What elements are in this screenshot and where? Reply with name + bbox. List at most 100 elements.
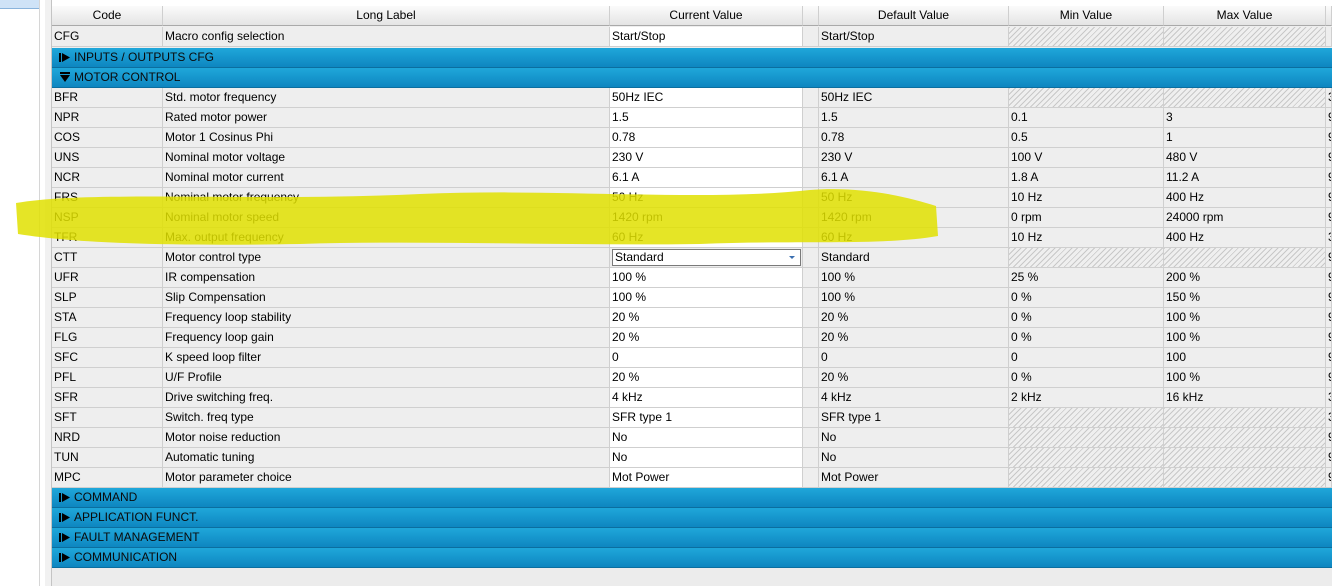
param-min-value	[1009, 248, 1164, 268]
param-extra: 9	[1326, 308, 1332, 328]
param-extra: 9	[1326, 428, 1332, 448]
param-current-value[interactable]: Mot Power	[610, 468, 803, 488]
splitter[interactable]	[45, 0, 52, 586]
table-row-mpc[interactable]: MPC Motor parameter choice Mot Power Mot Po…	[52, 468, 1332, 488]
param-min-value: 100 V	[1009, 148, 1164, 168]
param-spacer	[803, 27, 819, 47]
param-current-value[interactable]: 100 %	[610, 288, 803, 308]
param-current-value[interactable]: Start/Stop	[610, 27, 803, 47]
expand-triangle-icon[interactable]	[59, 512, 71, 523]
param-min-value: 0 rpm	[1009, 208, 1164, 228]
expand-triangle-icon[interactable]	[59, 552, 71, 563]
param-default-value: 60 Hz	[819, 228, 1009, 248]
param-current-value[interactable]: 50Hz IEC	[610, 88, 803, 108]
table-row-sft[interactable]: SFT Switch. freq type SFR type 1 SFR type 1…	[52, 408, 1332, 428]
param-current-value[interactable]: No	[610, 428, 803, 448]
header-default-value[interactable]: Default Value	[819, 6, 1009, 26]
table-row-sfc[interactable]: SFCK speed loop filter0001009	[52, 348, 1332, 368]
table-row-sfr[interactable]: SFR Drive switching freq. 4 kHz 4 kHz 2 kHz 1…	[52, 388, 1332, 408]
param-current-value[interactable]: 1420 rpm	[610, 208, 803, 228]
param-current-value[interactable]: 20 %	[610, 368, 803, 388]
param-default-value: 20 %	[819, 328, 1009, 348]
param-current-value[interactable]: 20 %	[610, 328, 803, 348]
param-extra: 9	[1326, 188, 1332, 208]
param-label: Motor 1 Cosinus Phi	[163, 128, 610, 148]
expand-triangle-icon[interactable]	[59, 492, 71, 503]
tree-panel[interactable]	[0, 0, 40, 586]
table-row-uns[interactable]: UNS Nominal motor voltage 230 V 230 V 100 V4…	[52, 148, 1332, 168]
param-label: Std. motor frequency	[163, 88, 610, 108]
param-spacer	[803, 148, 819, 168]
group-command[interactable]: COMMAND	[52, 488, 1332, 508]
param-current-value[interactable]: 50 Hz	[610, 188, 803, 208]
header-current-value[interactable]: Current Value	[610, 6, 803, 26]
tree-selected-item[interactable]	[0, 0, 39, 9]
table-row-ufr[interactable]: UFRIR compensation100 %100 %25 %200 %9	[52, 268, 1332, 288]
header-code[interactable]: Code	[52, 6, 163, 26]
param-current-value[interactable]: 60 Hz	[610, 228, 803, 248]
motor-control-type-select[interactable]: Standard	[612, 249, 801, 266]
table-row-ctt[interactable]: CTTMotor control type Standard Standard 9	[52, 248, 1332, 268]
param-spacer	[803, 208, 819, 228]
dropdown-arrow-icon[interactable]	[789, 256, 795, 259]
param-current-value[interactable]: 4 kHz	[610, 388, 803, 408]
table-row-cfg[interactable]: CFG Macro config selection Start/Stop St…	[52, 27, 1332, 47]
collapse-triangle-icon[interactable]	[59, 72, 71, 83]
table-row-ncr[interactable]: NCR Nominal motor current 6.1 A 6.1 A 1.8 A1…	[52, 168, 1332, 188]
param-min-value: 0.5	[1009, 128, 1164, 148]
param-default-value: No	[819, 448, 1009, 468]
param-extra: 3	[1326, 408, 1332, 428]
table-row-nrd[interactable]: NRDMotor noise reductionNoNo9	[52, 428, 1332, 448]
param-max-value: 100 %	[1164, 328, 1326, 348]
table-row-nsp[interactable]: NSP Nominal motor speed 1420 rpm 1420 rpm 0 …	[52, 208, 1332, 228]
table-row-bfr[interactable]: BFRStd. motor frequency50Hz IEC50Hz IEC3	[52, 88, 1332, 108]
table-row-tfr[interactable]: TFR Max. output frequency 60 Hz 60 Hz 10 Hz 4…	[52, 228, 1332, 248]
param-extra: 9	[1326, 448, 1332, 468]
header-long-label[interactable]: Long Label	[163, 6, 610, 26]
table-row-frs[interactable]: FRS Nominal motor frequency 50 Hz 50 Hz 10 H…	[52, 188, 1332, 208]
param-current-value[interactable]: 6.1 A	[610, 168, 803, 188]
group-motor-control[interactable]: MOTOR CONTROL	[52, 68, 1332, 88]
param-max-value	[1164, 428, 1326, 448]
param-max-value: 400 Hz	[1164, 188, 1326, 208]
param-current-value[interactable]: 1.5	[610, 108, 803, 128]
param-spacer	[803, 468, 819, 488]
param-code: TUN	[52, 448, 163, 468]
param-code: PFL	[52, 368, 163, 388]
param-current-value[interactable]: 0.78	[610, 128, 803, 148]
param-current-value[interactable]: SFR type 1	[610, 408, 803, 428]
header-min-value[interactable]: Min Value	[1009, 6, 1164, 26]
table-row-cos[interactable]: COSMotor 1 Cosinus Phi0.780.780.519	[52, 128, 1332, 148]
group-application[interactable]: APPLICATION FUNCT.	[52, 508, 1332, 528]
expand-triangle-icon[interactable]	[59, 52, 71, 63]
table-row-sta[interactable]: STA Frequency loop stability 20 % 20 % 0 % 10…	[52, 308, 1332, 328]
header-max-value[interactable]: Max Value	[1164, 6, 1326, 26]
param-current-value[interactable]: 0	[610, 348, 803, 368]
param-min-value	[1009, 428, 1164, 448]
group-fault-management[interactable]: FAULT MANAGEMENT	[52, 528, 1332, 548]
group-inputs-outputs[interactable]: INPUTS / OUTPUTS CFG	[52, 48, 1332, 68]
group-communication[interactable]: COMMUNICATION	[52, 548, 1332, 568]
table-row-flg[interactable]: FLGFrequency loop gain20 %20 %0 %100 %9	[52, 328, 1332, 348]
param-code: SFC	[52, 348, 163, 368]
param-current-value[interactable]: No	[610, 448, 803, 468]
param-current-value[interactable]: 100 %	[610, 268, 803, 288]
param-spacer	[803, 348, 819, 368]
param-code: SFR	[52, 388, 163, 408]
param-default-value: No	[819, 428, 1009, 448]
table-row-slp[interactable]: SLPSlip Compensation100 %100 %0 %150 %9	[52, 288, 1332, 308]
param-spacer	[803, 428, 819, 448]
param-code: NCR	[52, 168, 163, 188]
table-row-pfl[interactable]: PFLU/F Profile20 %20 %0 %100 %9	[52, 368, 1332, 388]
param-current-value[interactable]: 20 %	[610, 308, 803, 328]
param-spacer	[803, 368, 819, 388]
table-row-tun[interactable]: TUNAutomatic tuningNoNo9	[52, 448, 1332, 468]
param-extra: 9	[1326, 128, 1332, 148]
param-current-value[interactable]: Standard	[610, 248, 803, 268]
param-label: Drive switching freq.	[163, 388, 610, 408]
table-row-npr[interactable]: NPRRated motor power1.51.50.139	[52, 108, 1332, 128]
param-label: IR compensation	[163, 268, 610, 288]
expand-triangle-icon[interactable]	[59, 532, 71, 543]
param-extra: 9	[1326, 348, 1332, 368]
param-current-value[interactable]: 230 V	[610, 148, 803, 168]
